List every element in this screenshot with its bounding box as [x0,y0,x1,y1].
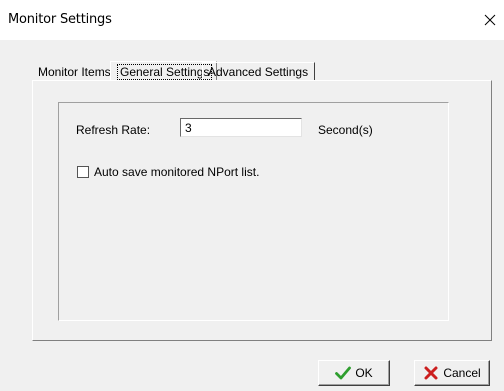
cancel-button[interactable]: Cancel [414,360,490,386]
refresh-rate-label: Refresh Rate: [76,123,151,137]
tab-label: Monitor Items [38,65,111,79]
ok-button[interactable]: OK [318,360,390,386]
tab-label: General Settings [117,64,213,80]
refresh-rate-input[interactable] [180,118,302,137]
check-icon [335,366,352,380]
ok-label: OK [355,366,373,380]
autosave-label[interactable]: Auto save monitored NPort list. [94,165,259,179]
title-bar: Monitor Settings [0,0,504,40]
close-button[interactable] [478,8,502,32]
cancel-label: Cancel [443,366,481,380]
autosave-checkbox[interactable] [77,166,89,178]
x-icon [424,366,438,380]
tab-label: Advanced Settings [208,65,309,79]
refresh-unit-label: Second(s) [318,123,373,137]
window-title: Monitor Settings [8,12,112,27]
tab-advanced-settings[interactable]: Advanced Settings [202,62,316,81]
close-icon [484,14,496,26]
